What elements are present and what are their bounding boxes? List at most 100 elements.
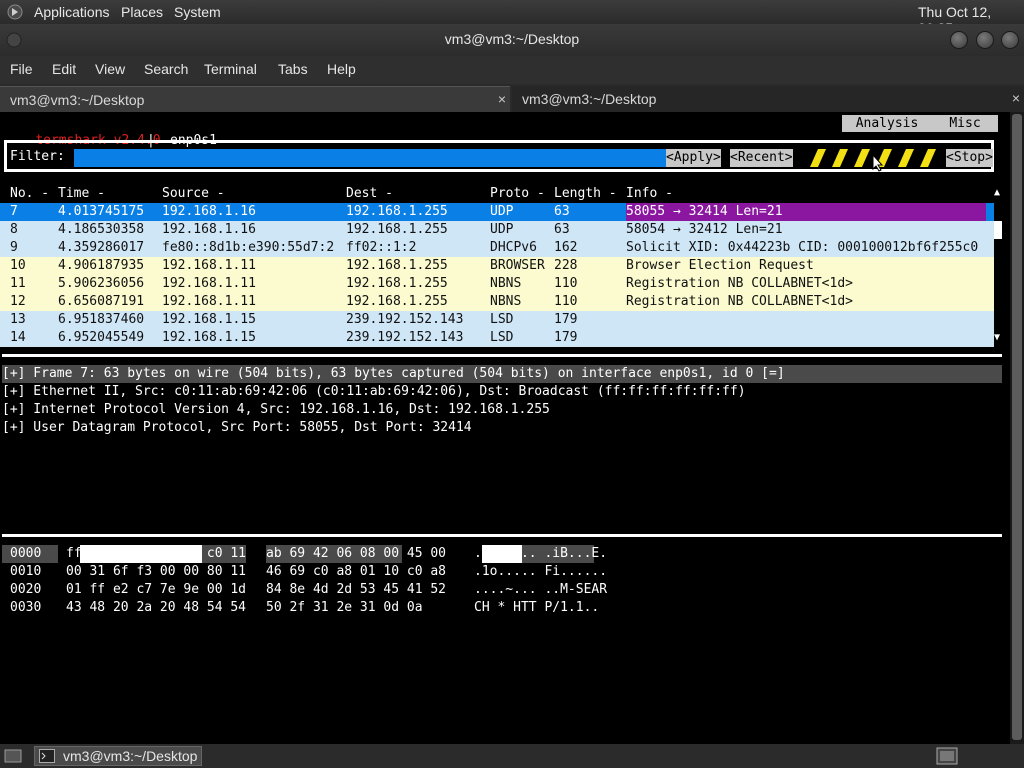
terminal-icon <box>39 749 55 763</box>
column-no[interactable]: No. - <box>10 185 49 203</box>
hex-bytes-b: 84 8e 4d 2d 53 45 41 52 <box>266 582 447 597</box>
pane-divider[interactable] <box>2 354 1002 357</box>
packet-list-scrollbar[interactable] <box>986 203 994 221</box>
show-desktop-icon[interactable] <box>4 748 22 764</box>
menu-edit[interactable]: Edit <box>52 61 76 77</box>
cell-dest: 192.168.1.255 <box>346 204 448 219</box>
recent-button[interactable]: <Recent> <box>730 149 793 167</box>
cell-source: 192.168.1.11 <box>162 258 256 273</box>
table-row[interactable]: 7 4.013745175 192.168.1.16 192.168.1.255… <box>0 203 994 221</box>
pane-divider[interactable] <box>2 534 1002 537</box>
menu-file[interactable]: File <box>10 61 33 77</box>
detail-row-ip[interactable]: [+] Internet Protocol Version 4, Src: 19… <box>2 401 1002 419</box>
table-row[interactable]: 9 4.359286017 fe80::8d1b:e390:55d7:2 ff0… <box>0 239 994 257</box>
column-dest[interactable]: Dest - <box>346 185 393 203</box>
detail-text: [+] Frame 7: 63 bytes on wire (504 bits)… <box>2 366 785 381</box>
maximize-button[interactable] <box>976 31 994 49</box>
table-row[interactable]: 8 4.186530358 192.168.1.16 192.168.1.255… <box>0 221 994 239</box>
packet-list-header: No. - Time - Source - Dest - Proto - Len… <box>0 185 994 203</box>
packet-list-scroll-track[interactable] <box>994 221 1002 239</box>
window-titlebar[interactable]: vm3@vm3:~/Desktop <box>0 24 1024 56</box>
menu-view[interactable]: View <box>95 61 125 77</box>
cell-dest: 192.168.1.255 <box>346 222 448 237</box>
column-time[interactable]: Time - <box>58 185 105 203</box>
taskbar: vm3@vm3:~/Desktop <box>0 744 1024 768</box>
hex-offset: 0000 <box>2 545 58 563</box>
hex-ascii: ....~... ..M-SEAR <box>474 582 608 597</box>
close-tab-icon[interactable]: × <box>498 91 506 107</box>
hex-bytes-b: 46 69 c0 a8 01 10 c0 a8 <box>266 564 447 579</box>
table-row[interactable]: 10 4.906187935 192.168.1.11 192.168.1.25… <box>0 257 994 275</box>
column-info[interactable]: Info - <box>626 185 673 203</box>
taskbar-item-label: vm3@vm3:~/Desktop <box>63 748 198 764</box>
cell-info: Solicit XID: 0x44223b CID: 000100012bf6f… <box>626 240 979 255</box>
column-length[interactable]: Length - <box>554 185 617 203</box>
menu-system[interactable]: System <box>174 4 221 20</box>
filter-input[interactable] <box>74 149 666 167</box>
hex-row[interactable]: 0020 01 ff e2 c7 7e 9e 00 1d 84 8e 4d 2d… <box>0 581 1000 599</box>
hex-bytes-a: 01 ff e2 c7 7e 9e 00 1d <box>66 582 247 597</box>
workspace-switcher-icon[interactable] <box>936 747 958 765</box>
terminal-scrollbar[interactable] <box>1010 112 1024 744</box>
cell-source: 192.168.1.16 <box>162 204 256 219</box>
cell-source: 192.168.1.15 <box>162 312 256 327</box>
cell-proto: UDP <box>490 204 514 219</box>
cell-time: 4.186530358 <box>58 222 145 237</box>
menu-tabs[interactable]: Tabs <box>278 61 308 77</box>
app-menu-icon[interactable] <box>6 4 24 20</box>
detail-row-frame[interactable]: [+] Frame 7: 63 bytes on wire (504 bits)… <box>2 365 1002 383</box>
cell-time: 4.013745175 <box>58 204 145 219</box>
top-panel: Applications Places System Thu Oct 12, 0… <box>0 0 1024 36</box>
column-source[interactable]: Source - <box>162 185 225 203</box>
cell-time: 4.906187935 <box>58 258 145 273</box>
cell-proto: LSD <box>490 330 514 345</box>
cell-no: 12 <box>10 294 26 309</box>
cell-length: 63 <box>554 222 570 237</box>
menu-places[interactable]: Places <box>121 4 163 20</box>
menu-help[interactable]: Help <box>327 61 356 77</box>
table-row[interactable]: 13 6.951837460 192.168.1.15 239.192.152.… <box>0 311 994 329</box>
detail-row-ethernet[interactable]: [+] Ethernet II, Src: c0:11:ab:69:42:06 … <box>2 383 1002 401</box>
tab-2[interactable]: vm3@vm3:~/Desktop × <box>512 86 1024 112</box>
tab-1[interactable]: vm3@vm3:~/Desktop × <box>0 86 510 113</box>
menu-applications[interactable]: Applications <box>34 4 110 20</box>
hex-row[interactable]: 0030 43 48 20 2a 20 48 54 54 50 2f 31 2e… <box>0 599 1000 617</box>
misc-menu[interactable]: Misc <box>932 115 998 132</box>
cell-time: 6.656087191 <box>58 294 145 309</box>
cell-length: 110 <box>554 276 578 291</box>
stop-button[interactable]: <Stop> <box>946 149 993 167</box>
scroll-down-icon[interactable]: ▼ <box>994 332 1000 343</box>
hex-offset: 0030 <box>10 600 42 615</box>
terminal-menubar: File Edit View Search Terminal Tabs Help <box>0 56 1024 84</box>
close-tab-icon[interactable]: × <box>1012 90 1020 106</box>
cell-no: 10 <box>10 258 26 273</box>
cell-no: 13 <box>10 312 26 327</box>
apply-button[interactable]: <Apply> <box>666 149 721 167</box>
hex-row[interactable]: 0000 ff ff ff ff ff ff c0 11 ab 69 42 06… <box>0 545 1000 563</box>
filter-label: Filter: <box>10 149 65 164</box>
table-row[interactable]: 12 6.656087191 192.168.1.11 192.168.1.25… <box>0 293 994 311</box>
menu-terminal[interactable]: Terminal <box>204 61 257 77</box>
taskbar-item-terminal[interactable]: vm3@vm3:~/Desktop <box>34 746 202 766</box>
cell-time: 5.906236056 <box>58 276 145 291</box>
analysis-menu[interactable]: Analysis <box>842 115 932 132</box>
scrollbar-thumb[interactable] <box>1012 114 1022 740</box>
scroll-up-icon[interactable]: ▲ <box>994 187 1000 198</box>
cell-dest: 192.168.1.255 <box>346 294 448 309</box>
table-row[interactable]: 11 5.906236056 192.168.1.11 192.168.1.25… <box>0 275 994 293</box>
cell-length: 228 <box>554 258 578 273</box>
close-button[interactable] <box>1001 31 1019 49</box>
detail-row-udp[interactable]: [+] User Datagram Protocol, Src Port: 58… <box>2 419 1002 437</box>
window-title: vm3@vm3:~/Desktop <box>444 31 580 47</box>
table-row[interactable]: 14 6.952045549 192.168.1.15 239.192.152.… <box>0 329 994 347</box>
minimize-button[interactable] <box>950 31 968 49</box>
tab-bar: vm3@vm3:~/Desktop × vm3@vm3:~/Desktop × <box>0 84 1024 113</box>
terminal-area[interactable]: termshark v2.4.0 | enp0s1 Analysis Misc Fi… <box>0 112 1024 744</box>
hex-row[interactable]: 0010 00 31 6f f3 00 00 80 11 46 69 c0 a8… <box>0 563 1000 581</box>
cell-source: fe80::8d1b:e390:55d7:2 <box>162 240 335 255</box>
cell-info: Browser Election Request <box>626 258 814 273</box>
column-proto[interactable]: Proto - <box>490 185 545 203</box>
hex-ascii: CH * HTT P/1.1.. <box>474 600 600 615</box>
detail-text: [+] User Datagram Protocol, Src Port: 58… <box>2 420 472 435</box>
menu-search[interactable]: Search <box>144 61 188 77</box>
